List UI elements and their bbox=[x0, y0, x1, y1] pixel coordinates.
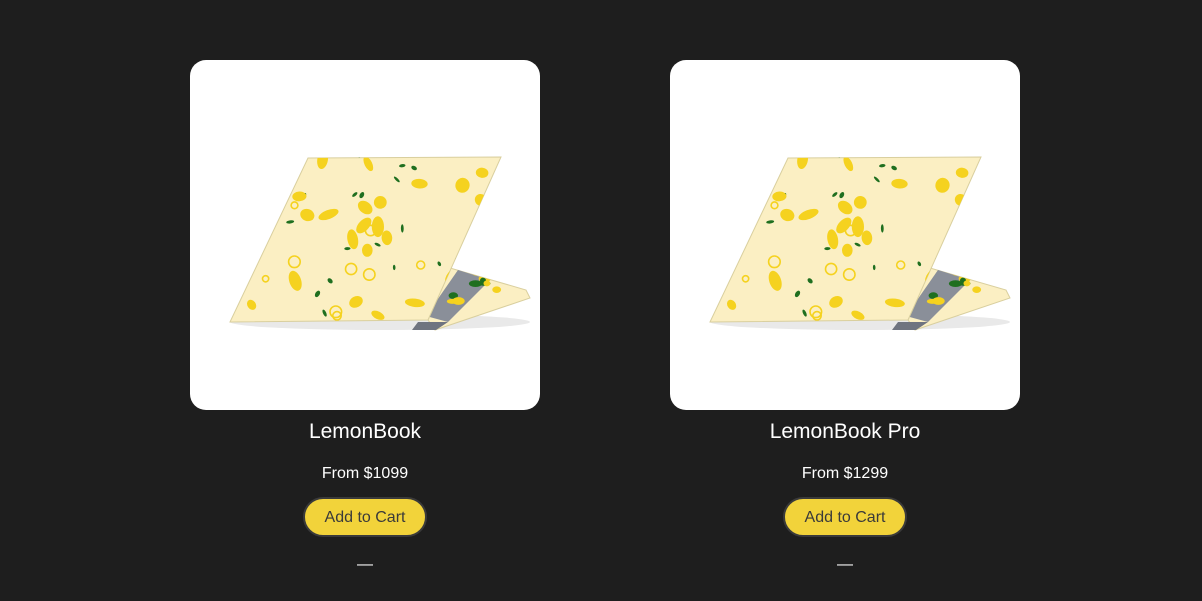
quantity-indicator: — bbox=[357, 556, 373, 573]
quantity-indicator: — bbox=[837, 556, 853, 573]
product-image-card[interactable] bbox=[670, 60, 1020, 410]
add-to-cart-button[interactable]: Add to Cart bbox=[783, 497, 907, 537]
product-name: LemonBook bbox=[308, 420, 422, 443]
product-name: LemonBook Pro bbox=[769, 420, 921, 443]
add-to-cart-button[interactable]: Add to Cart bbox=[303, 497, 427, 537]
product-price: From $1299 bbox=[801, 465, 889, 482]
product-card-lemonbook: LemonBook From $1099 Add to Cart — bbox=[190, 60, 540, 575]
laptop-image bbox=[709, 156, 1011, 331]
product-image-card[interactable] bbox=[190, 60, 540, 410]
product-price: From $1099 bbox=[321, 465, 409, 482]
product-card-lemonbook-pro: LemonBook Pro From $1299 Add to Cart — bbox=[670, 60, 1020, 575]
laptop-image bbox=[229, 156, 531, 331]
